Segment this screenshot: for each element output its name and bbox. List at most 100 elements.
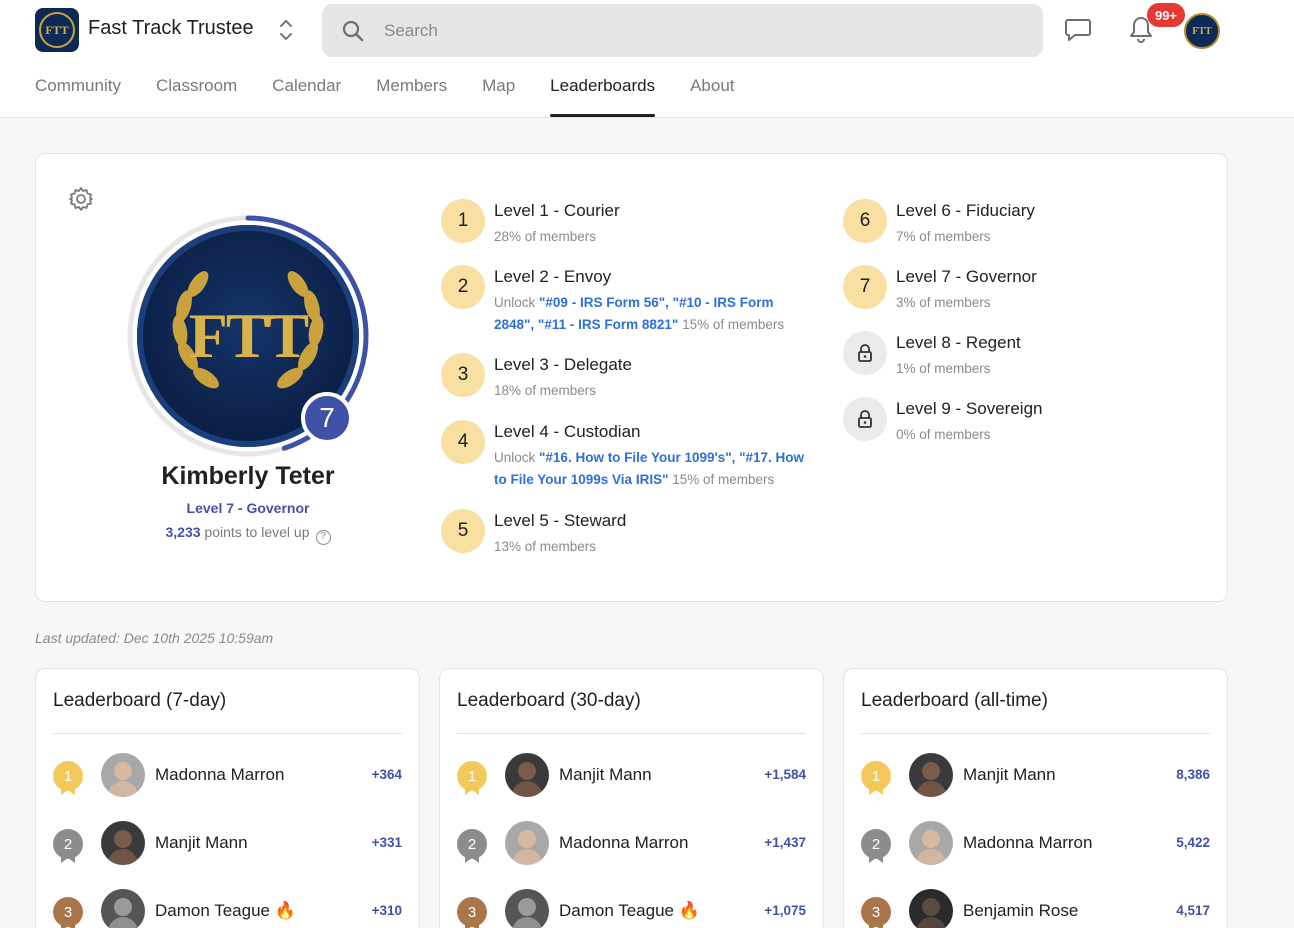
leaderboard-title: Leaderboard (7-day): [53, 690, 227, 711]
lock-icon: [843, 331, 887, 375]
member-name[interactable]: Benjamin Rose: [963, 901, 1078, 921]
divider: [53, 733, 402, 734]
leaderboard-row[interactable]: 2 Madonna Marron 5,422: [861, 819, 1210, 867]
tab-map[interactable]: Map: [482, 76, 515, 117]
leaderboard-row[interactable]: 1 Madonna Marron +364: [53, 751, 402, 799]
rank-medal-icon: 3: [861, 897, 891, 928]
tab-leaderboards[interactable]: Leaderboards: [550, 76, 655, 117]
member-avatar[interactable]: [909, 753, 953, 797]
level-title: Level 6 - Fiduciary: [896, 201, 1035, 220]
tab-classroom[interactable]: Classroom: [156, 76, 237, 117]
community-name[interactable]: Fast Track Trustee: [88, 17, 254, 40]
leaderboard-row[interactable]: 3 Damon Teague 🔥 +1,075: [457, 887, 806, 928]
search-input[interactable]: [384, 20, 984, 41]
member-name[interactable]: Damon Teague 🔥: [559, 901, 700, 921]
member-avatar[interactable]: [101, 821, 145, 865]
user-avatar[interactable]: FTT: [1184, 13, 1220, 49]
member-avatar[interactable]: [505, 889, 549, 928]
rank-medal-icon: 3: [53, 897, 83, 928]
member-avatar[interactable]: [101, 889, 145, 928]
level-title: Level 1 - Courier: [494, 201, 620, 220]
member-avatar[interactable]: [909, 821, 953, 865]
level-members-pct: 15% of members: [672, 472, 775, 487]
unlock-prefix: Unlock: [494, 295, 540, 310]
member-name[interactable]: Manjit Mann: [559, 765, 652, 785]
tab-calendar[interactable]: Calendar: [272, 76, 341, 117]
tab-about[interactable]: About: [690, 76, 734, 117]
help-icon[interactable]: ?: [315, 530, 331, 545]
member-avatar[interactable]: [909, 889, 953, 928]
level-profile-card: FTT 7 Kimberly Teter Level 7 - Governor …: [35, 153, 1228, 602]
member-name[interactable]: Manjit Mann: [963, 765, 1056, 785]
member-points: +331: [371, 835, 402, 850]
level-members-pct: 3% of members: [896, 295, 991, 310]
leaderboard-row[interactable]: 1 Manjit Mann 8,386: [861, 751, 1210, 799]
level-title: Level 8 - Regent: [896, 333, 1021, 352]
rank-number: 3: [53, 897, 83, 927]
member-name[interactable]: Madonna Marron: [963, 833, 1092, 853]
rank-number: 1: [53, 761, 83, 791]
member-name-text: Damon Teague: [559, 901, 674, 920]
tab-community[interactable]: Community: [35, 76, 121, 117]
leaderboard-row[interactable]: 1 Manjit Mann +1,584: [457, 751, 806, 799]
leaderboard-row[interactable]: 3 Benjamin Rose 4,517: [861, 887, 1210, 928]
leaderboard-30-day: Leaderboard (30-day) 1 Manjit Mann +1,584 2…: [439, 668, 824, 928]
search-bar[interactable]: [322, 4, 1043, 57]
member-name-text: Madonna Marron: [559, 833, 689, 852]
unlock-prefix: Unlock: [494, 450, 540, 465]
rank-medal-icon: 3: [457, 897, 487, 928]
member-avatar[interactable]: [505, 753, 549, 797]
rank-medal-icon: 2: [457, 829, 487, 865]
fire-icon: 🔥: [678, 901, 700, 920]
member-name[interactable]: Damon Teague 🔥: [155, 901, 296, 921]
lock-icon: [843, 397, 887, 441]
tab-members[interactable]: Members: [376, 76, 447, 117]
leaderboard-row[interactable]: 3 Damon Teague 🔥 +310: [53, 887, 402, 928]
member-name-text: Damon Teague: [155, 901, 270, 920]
gear-icon[interactable]: [68, 186, 94, 217]
level-number-circle: 3: [441, 353, 485, 397]
member-points: +1,584: [764, 767, 806, 782]
level-members-pct: 0% of members: [896, 427, 991, 442]
level-number-circle: 4: [441, 420, 485, 464]
level-number-circle: 2: [441, 265, 485, 309]
rank-number: 3: [861, 897, 891, 927]
member-avatar[interactable]: [505, 821, 549, 865]
level-title: Level 5 - Steward: [494, 511, 627, 530]
community-logo[interactable]: FTT: [35, 8, 79, 52]
fire-icon: 🔥: [274, 901, 296, 920]
level-number-circle: 1: [441, 199, 485, 243]
rank-medal-icon: 2: [53, 829, 83, 865]
profile-name[interactable]: Kimberly Teter: [36, 462, 460, 491]
member-name[interactable]: Manjit Mann: [155, 833, 248, 853]
leaderboard-title: Leaderboard (all-time): [861, 690, 1048, 711]
rank-medal-icon: 1: [457, 761, 487, 797]
chevron-updown-icon[interactable]: [276, 16, 296, 44]
logo-emblem: FTT: [39, 12, 75, 48]
leaderboard-row[interactable]: 2 Madonna Marron +1,437: [457, 819, 806, 867]
notification-badge: 99+: [1147, 3, 1185, 27]
member-name[interactable]: Madonna Marron: [155, 765, 284, 785]
leaderboard-row[interactable]: 2 Manjit Mann +331: [53, 819, 402, 867]
member-avatar[interactable]: [101, 753, 145, 797]
logo-text: FTT: [45, 22, 69, 37]
rank-number: 1: [457, 761, 487, 791]
level-title: Level 7 - Governor: [896, 267, 1037, 286]
member-points: +310: [371, 903, 402, 918]
level-members-pct: 7% of members: [896, 229, 991, 244]
rank-number: 2: [861, 829, 891, 859]
points-suffix: points to level up: [204, 524, 310, 540]
member-name-text: Manjit Mann: [963, 765, 1056, 784]
member-name[interactable]: Madonna Marron: [559, 833, 688, 853]
member-name-text: Madonna Marron: [963, 833, 1093, 852]
chat-icon[interactable]: [1064, 17, 1092, 48]
member-name-text: Madonna Marron: [155, 765, 285, 784]
level-unlock-info: Unlock "#16. How to File Your 1099's", "…: [494, 447, 814, 491]
leaderboard-title: Leaderboard (30-day): [457, 690, 641, 711]
level-members-pct: 13% of members: [494, 539, 597, 554]
member-points: 4,517: [1176, 903, 1210, 918]
rank-number: 2: [53, 829, 83, 859]
member-points: +364: [371, 767, 402, 782]
level-members-pct: 15% of members: [682, 317, 785, 332]
member-points: 8,386: [1176, 767, 1210, 782]
